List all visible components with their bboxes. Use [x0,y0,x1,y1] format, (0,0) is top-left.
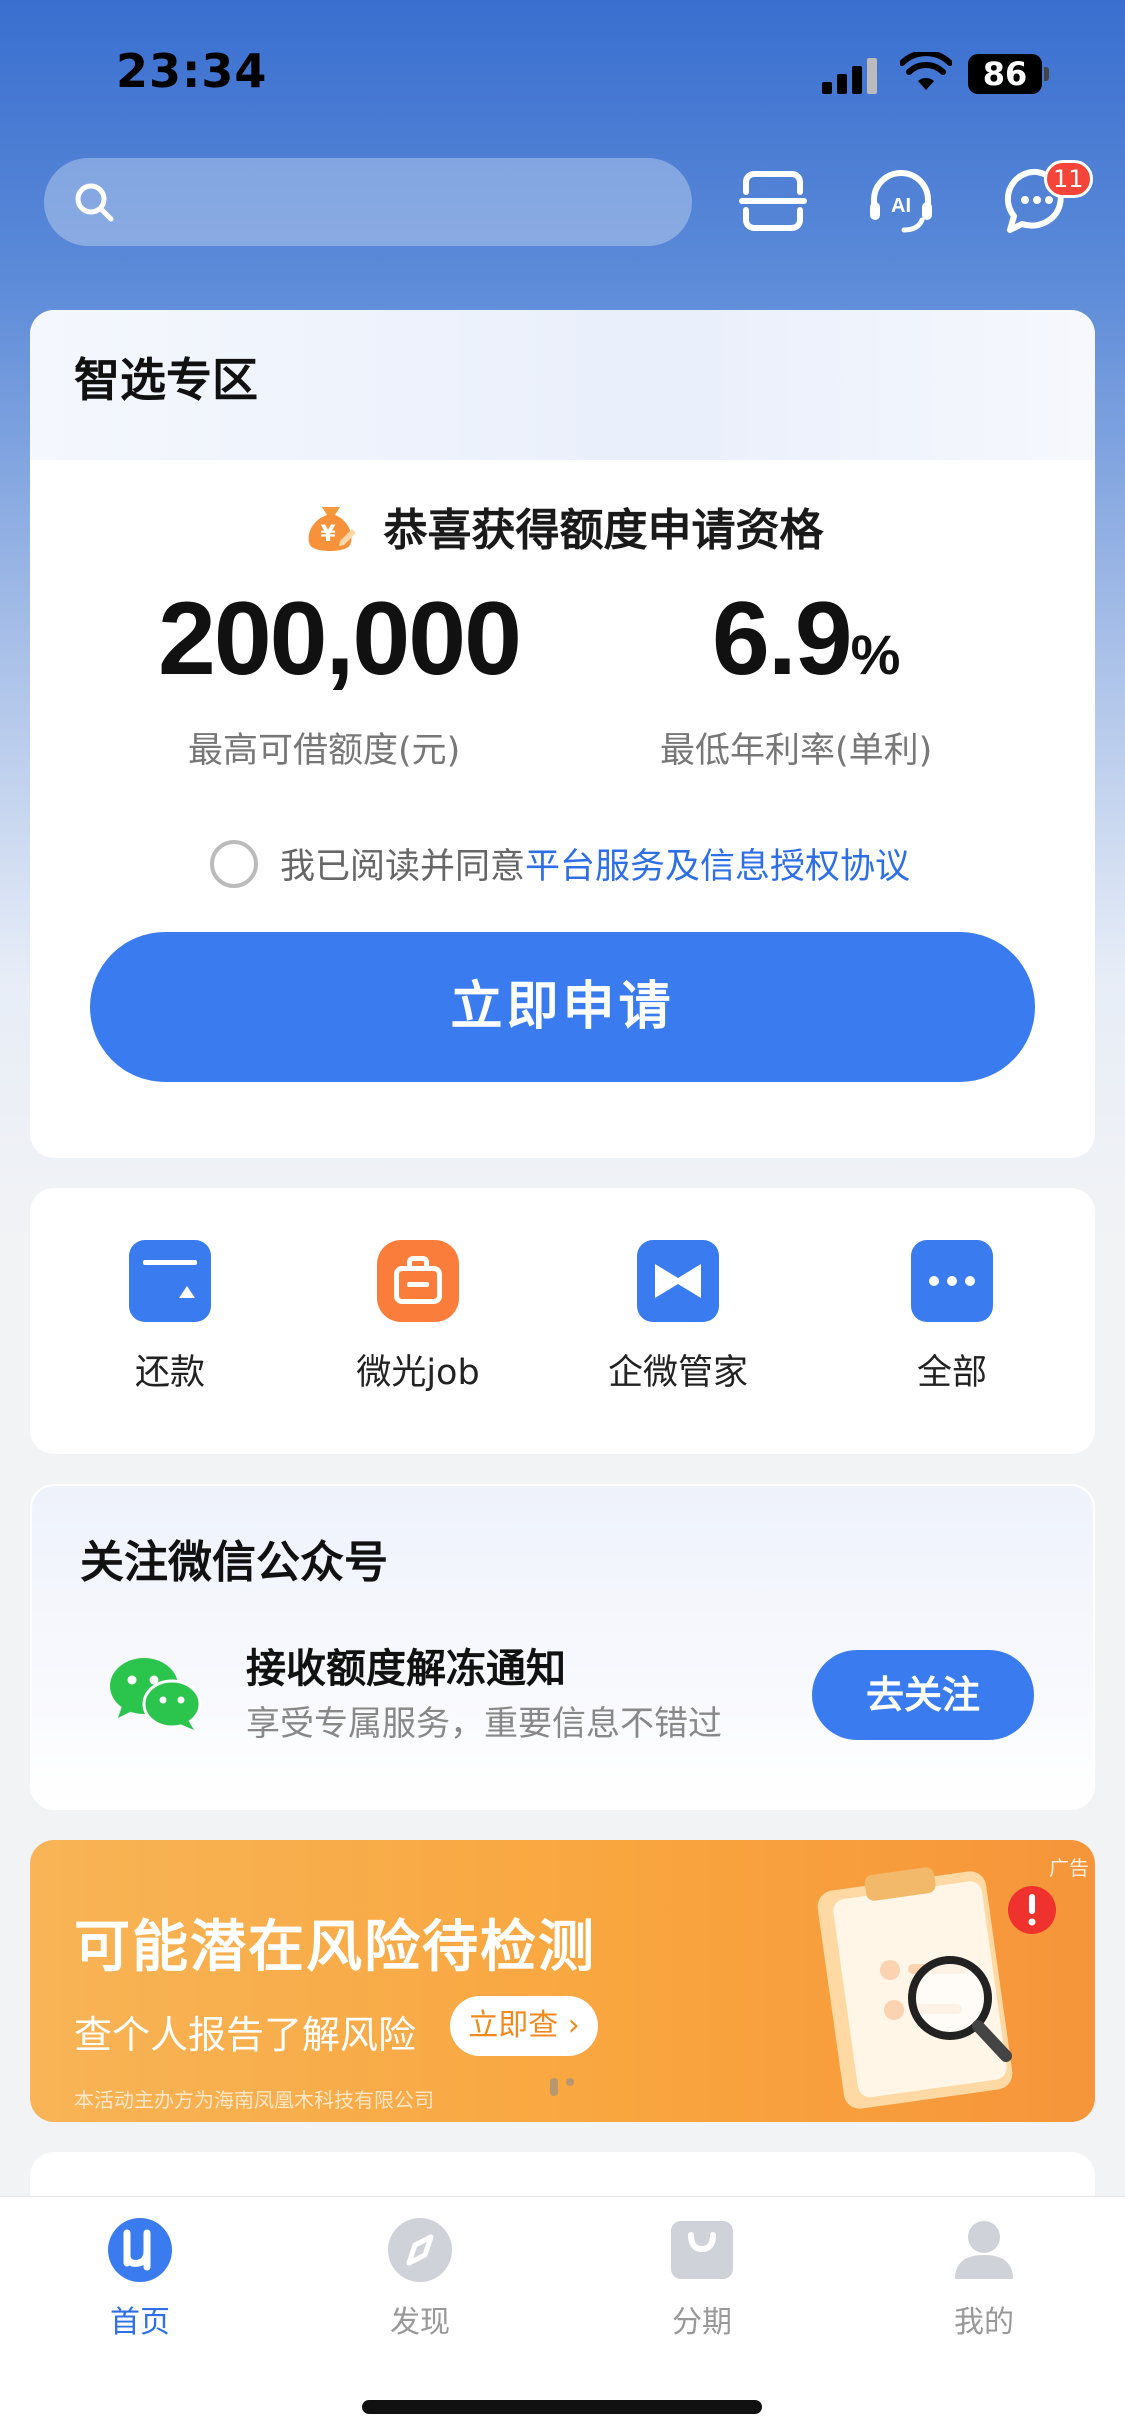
ad-footer: 本活动主办方为海南凤凰木科技有限公司 [74,2088,434,2112]
svg-text:AI: AI [891,195,911,217]
quick-action-label: 微光job [356,1353,480,1393]
quick-action-wecom[interactable]: 企微管家 [578,1240,778,1395]
scan-icon[interactable] [738,166,808,236]
quick-action-label: 还款 [134,1353,205,1393]
agreement-text: 我已阅读并同意 [280,847,526,887]
wifi-icon [900,52,952,90]
wechat-headline: 接收额度解冻通知 [246,1646,566,1692]
bowtie-icon [637,1240,719,1322]
follow-button[interactable]: 去关注 [812,1650,1034,1740]
ai-service-icon[interactable]: AI [866,166,936,236]
tab-label: 分期 [672,2305,732,2340]
money-bag-icon: ¥ [308,507,356,551]
compass-icon [388,2218,452,2282]
home-logo-icon [108,2218,172,2282]
wechat-icon [110,1658,202,1730]
agreement-checkbox[interactable] [210,839,258,888]
quick-action-label: 全部 [916,1353,987,1393]
min-rate-label: 最低年利率(单利) [660,731,933,771]
quick-action-all[interactable]: 全部 [852,1240,1052,1395]
repay-icon [129,1240,211,1322]
loan-offer-card: 智选专区 ¥ 恭喜获得额度申请资格 200,000 6.9% 最高可借额度(元)… [30,310,1095,1158]
ad-title: 可能潜在风险待检测 [74,1915,596,1980]
tab-label: 我的 [954,2305,1014,2340]
tab-label: 首页 [110,2305,170,2340]
search-bar[interactable] [44,158,692,246]
tab-label: 发现 [390,2305,450,2340]
min-rate-unit: % [850,623,901,686]
wechat-subline: 享受专属服务，重要信息不错过 [246,1704,722,1744]
battery-level: 86 [968,54,1042,94]
wechat-follow-card: 关注微信公众号 接收额度解冻通知 享受专属服务，重要信息不错过 去关注 [30,1484,1095,1810]
max-amount-label: 最高可借额度(元) [188,731,461,771]
agreement-link[interactable]: 平台服务及信息授权协议 [525,838,910,889]
cellular-signal-icon [822,56,880,94]
tab-mine[interactable]: 我的 [884,2217,1084,2341]
min-rate-value: 6.9% [712,581,901,697]
quick-action-job[interactable]: 微光job [318,1240,518,1395]
clipboard-magnifier-icon [817,1867,1056,2109]
section-title: 关注微信公众号 [80,1537,388,1588]
quick-actions-card: 还款 微光job 企微管家 全部 [30,1188,1095,1454]
tab-installment[interactable]: 分期 [602,2217,802,2341]
search-input[interactable] [134,158,674,246]
carousel-dots [550,2078,574,2096]
tab-discover[interactable]: 发现 [320,2217,520,2341]
shopping-bag-icon [671,2221,733,2279]
tab-home[interactable]: 首页 [40,2217,240,2341]
briefcase-icon [377,1240,459,1322]
search-icon [75,183,114,222]
status-bar: 23:34 86 [0,0,1125,150]
congrats-text: 恭喜获得额度申请资格 [383,505,824,556]
status-time: 23:34 [116,44,268,98]
agreement-row: 我已阅读并同意 平台服务及信息授权协议 [210,838,910,889]
home-indicator [362,2400,762,2414]
quick-action-label: 企微管家 [607,1353,748,1393]
user-icon [955,2221,1013,2279]
svg-text:¥: ¥ [320,522,336,547]
max-amount-value: 200,000 [158,581,522,697]
message-badge: 11 [1044,160,1093,198]
quick-action-repay[interactable]: 还款 [70,1240,270,1395]
section-title: 智选专区 [74,353,258,407]
more-icon [911,1240,993,1322]
ad-subtitle: 查个人报告了解风险 [74,2013,417,2057]
battery-icon: 86 [968,54,1049,94]
congrats-line: ¥ 恭喜获得额度申请资格 [30,494,1095,566]
ad-check-button[interactable]: 立即查 › [450,1996,598,2056]
apply-now-button[interactable]: 立即申请 [90,932,1035,1082]
ad-banner[interactable]: 广告 可能潜在风险待检测 查个人报告了解风险 立即查 › 本活动主办方为海南凤凰… [30,1840,1095,2122]
